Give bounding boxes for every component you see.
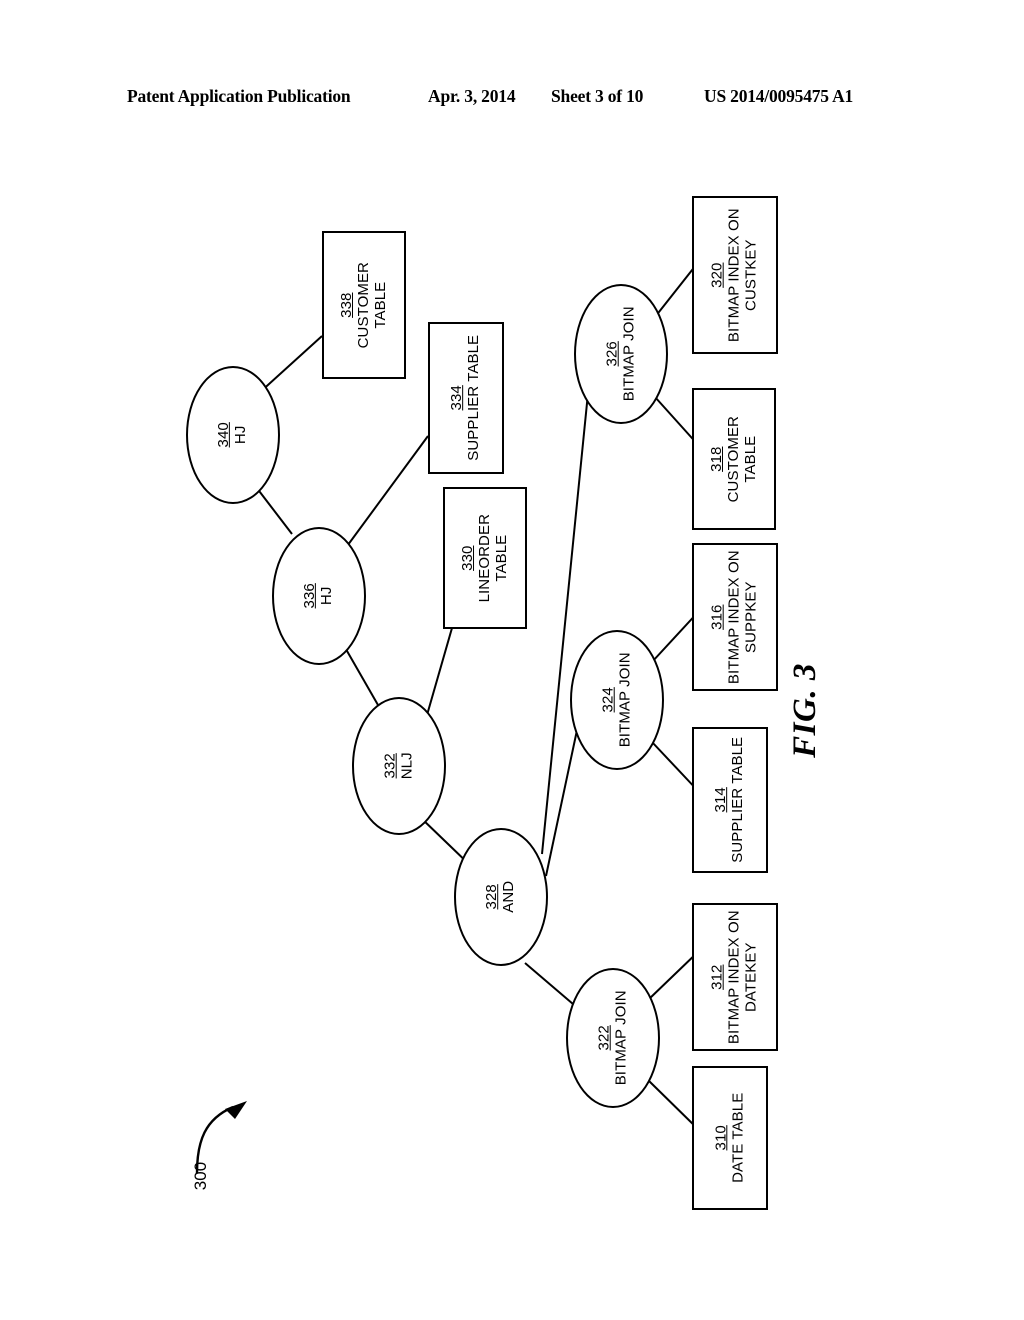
plan-node-316-text: BITMAP INDEX ON [725, 550, 743, 684]
plan-node-320-ref: 320 [708, 262, 726, 288]
plan-node-314-text: SUPPLIER TABLE [729, 737, 746, 863]
edge-n332-n330 [424, 627, 453, 723]
figure-label: FIG. 3 [775, 640, 835, 780]
plan-node-330-ref: 330 [458, 545, 476, 571]
plan-node-316-ref: 316 [708, 604, 726, 630]
plan-node-320-text: BITMAP INDEX ON [725, 208, 743, 342]
plan-node-336-text: HJ [317, 586, 335, 606]
plan-node-318-ref: 318 [707, 446, 725, 472]
plan-node-312-text: DATEKEY [742, 942, 760, 1012]
edge-n336-n332 [342, 643, 379, 706]
plan-node-340-ref: 340 [215, 422, 233, 448]
plan-node-330-text: LINEORDER [475, 513, 493, 603]
plan-node-338-label: 338 CUSTOMER TABLE [337, 261, 389, 349]
plan-node-328-text: AND [499, 881, 517, 913]
plan-node-316[interactable]: 316 BITMAP INDEX ON SUPPKEY [692, 543, 778, 691]
plan-node-318-text: CUSTOMER [724, 415, 742, 503]
plan-node-330[interactable]: 330 LINEORDER TABLE [443, 487, 527, 629]
plan-node-326-ref: 326 [603, 341, 621, 367]
plan-node-326-label: 326 BITMAP JOIN [603, 306, 638, 402]
plan-node-318-label: 318 CUSTOMER TABLE [707, 415, 759, 503]
edge-n340-n338 [257, 335, 323, 395]
figure-callout-300: 300 [178, 1140, 224, 1216]
plan-node-312-text: BITMAP INDEX ON [725, 910, 743, 1044]
plan-node-320[interactable]: 320 BITMAP INDEX ON CUSTKEY [692, 196, 778, 354]
query-plan-diagram: 340 HJ 338 CUSTOMER TABLE 336 HJ 334 SUPPLIER TA… [0, 0, 1024, 1320]
plan-node-334-text: SUPPLIER TABLE [465, 335, 482, 461]
plan-node-314-label: 314 SUPPLIER TABLE [712, 737, 747, 863]
plan-node-336-ref: 336 [301, 583, 319, 609]
plan-node-336[interactable]: 336 HJ [272, 527, 366, 665]
plan-node-314[interactable]: 314 SUPPLIER TABLE [692, 727, 768, 873]
plan-node-324-label: 324 BITMAP JOIN [599, 652, 634, 748]
plan-node-332-text: NLJ [397, 752, 415, 780]
plan-node-322-text: BITMAP JOIN [612, 990, 630, 1086]
plan-node-336-label: 336 HJ [301, 583, 336, 609]
plan-node-338[interactable]: 338 CUSTOMER TABLE [322, 231, 406, 379]
callout-300-text: 300 [191, 1161, 210, 1191]
plan-node-324[interactable]: 324 BITMAP JOIN [570, 630, 664, 770]
plan-node-316-text: SUPPKEY [742, 581, 760, 653]
plan-node-326[interactable]: 326 BITMAP JOIN [574, 284, 668, 424]
plan-node-332[interactable]: 332 NLJ [352, 697, 446, 835]
plan-node-330-label: 330 LINEORDER TABLE [458, 513, 510, 603]
plan-node-318-text: TABLE [741, 435, 759, 483]
plan-node-310-ref: 310 [712, 1125, 730, 1151]
plan-node-338-ref: 338 [337, 292, 355, 318]
plan-node-340-text: HJ [231, 425, 249, 445]
plan-node-328-ref: 328 [483, 884, 501, 910]
plan-node-338-text: TABLE [371, 281, 389, 329]
plan-node-332-label: 332 NLJ [381, 752, 416, 780]
plan-node-326-text: BITMAP JOIN [620, 306, 638, 402]
edge-n336-n334 [341, 435, 429, 554]
plan-node-324-text: BITMAP JOIN [616, 652, 634, 748]
plan-node-330-text: TABLE [492, 534, 510, 582]
plan-node-340[interactable]: 340 HJ [186, 366, 280, 504]
plan-node-328[interactable]: 328 AND [454, 828, 548, 966]
figure-label-text: FIG. 3 [786, 662, 823, 758]
plan-node-322-label: 322 BITMAP JOIN [595, 990, 630, 1086]
plan-node-318[interactable]: 318 CUSTOMER TABLE [692, 388, 776, 530]
plan-node-314-ref: 314 [712, 787, 730, 813]
plan-node-322[interactable]: 322 BITMAP JOIN [566, 968, 660, 1108]
diagram-edges [252, 259, 701, 1132]
plan-node-328-label: 328 AND [483, 881, 518, 913]
plan-node-334-ref: 334 [448, 385, 466, 411]
plan-node-334-label: 334 SUPPLIER TABLE [448, 335, 483, 461]
plan-node-312-label: 312 BITMAP INDEX ON DATEKEY [708, 910, 760, 1044]
plan-node-310[interactable]: 310 DATE TABLE [692, 1066, 768, 1210]
plan-node-334[interactable]: 334 SUPPLIER TABLE [428, 322, 504, 474]
plan-node-322-ref: 322 [595, 1025, 613, 1051]
plan-node-320-text: CUSTKEY [742, 239, 760, 311]
plan-node-310-text: DATE TABLE [729, 1092, 747, 1184]
plan-node-338-text: CUSTOMER [354, 261, 372, 349]
plan-node-332-ref: 332 [381, 753, 399, 779]
plan-node-324-ref: 324 [599, 687, 617, 713]
plan-node-320-label: 320 BITMAP INDEX ON CUSTKEY [708, 208, 760, 342]
plan-node-340-label: 340 HJ [215, 422, 250, 448]
plan-node-312[interactable]: 312 BITMAP INDEX ON DATEKEY [692, 903, 778, 1051]
plan-node-312-ref: 312 [708, 964, 726, 990]
plan-node-310-label: 310 DATE TABLE [712, 1092, 747, 1184]
plan-node-316-label: 316 BITMAP INDEX ON SUPPKEY [708, 550, 760, 684]
edge-n328-n324 [545, 715, 581, 877]
